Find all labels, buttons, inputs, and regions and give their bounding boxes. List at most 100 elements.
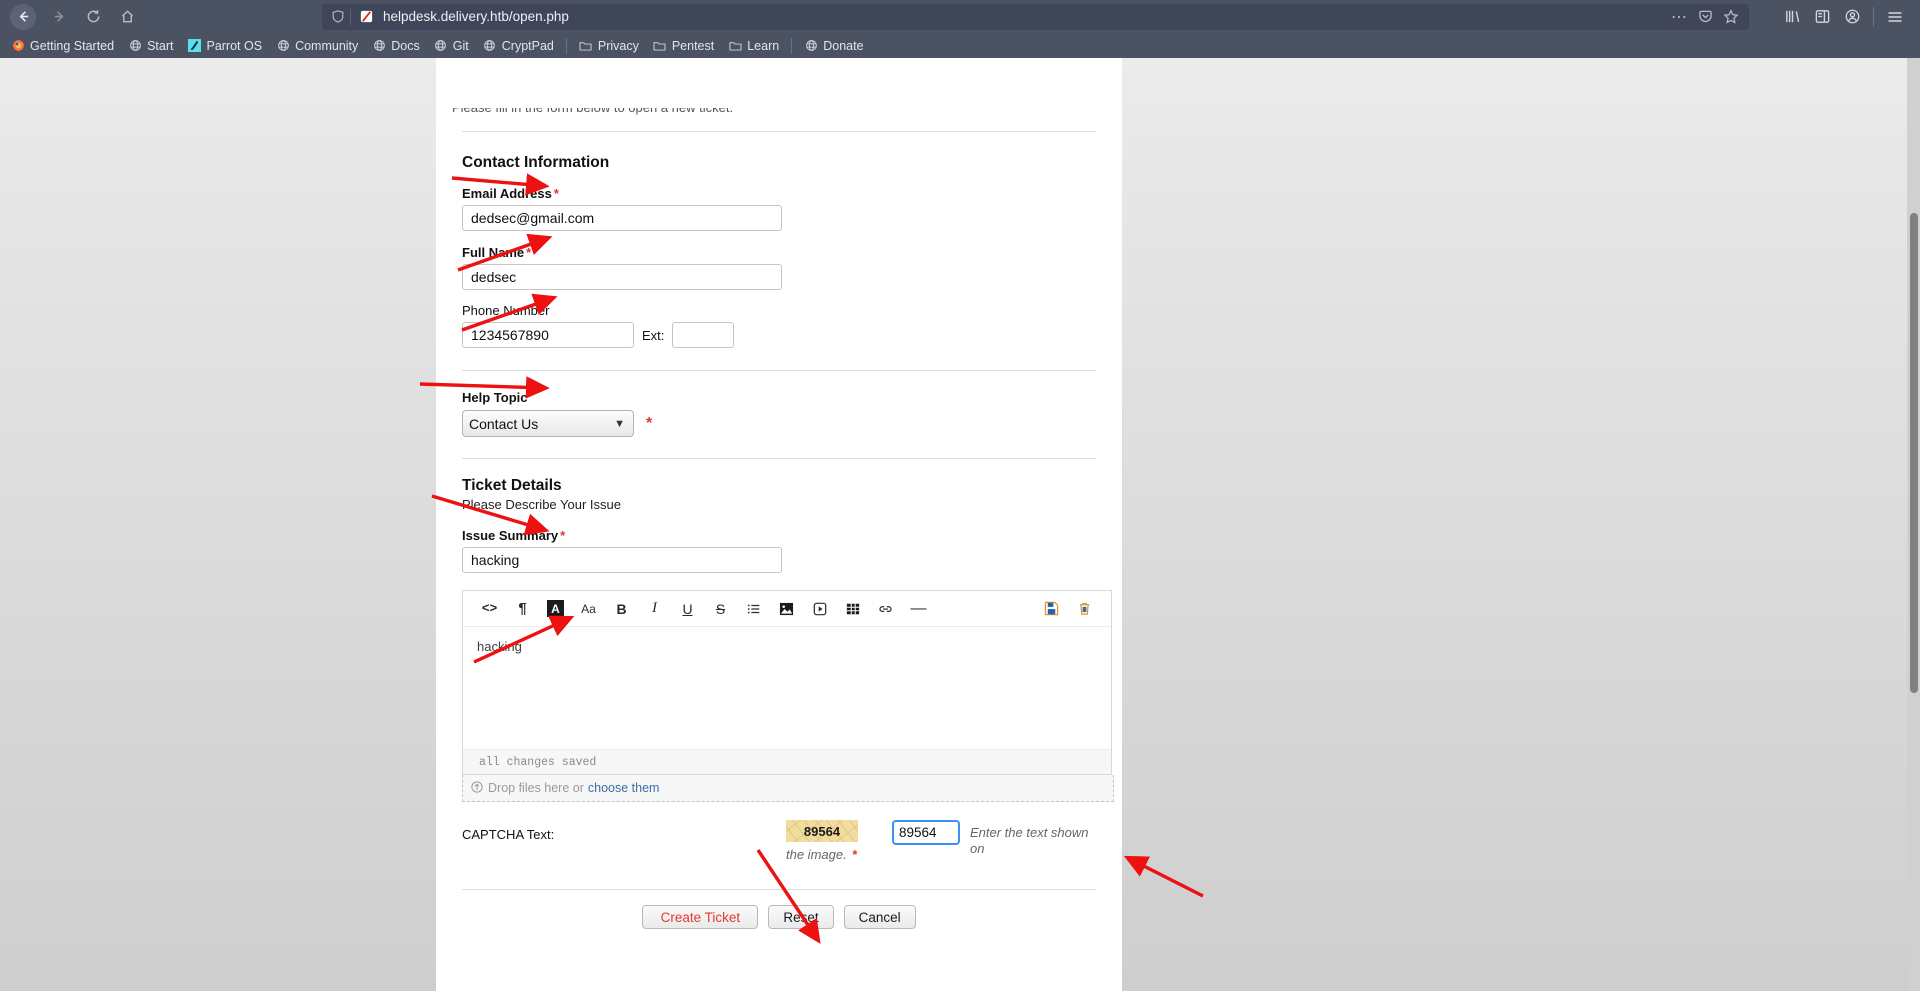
table-icon[interactable] [836, 595, 869, 623]
star-icon[interactable] [1719, 6, 1743, 28]
pocket-icon[interactable] [1693, 6, 1717, 28]
required-asterisk: * [526, 245, 532, 260]
back-icon[interactable] [10, 3, 36, 30]
bookmark-cryptpad[interactable]: CryptPad [476, 37, 561, 55]
ellipsis-icon[interactable]: ⋯ [1667, 6, 1691, 28]
required-asterisk: * [553, 186, 559, 201]
full-name-field[interactable] [462, 264, 782, 290]
phone-field[interactable] [462, 322, 634, 348]
page-scrollbar-thumb[interactable] [1910, 213, 1918, 693]
source-code-icon[interactable]: <> [473, 595, 506, 623]
link-icon[interactable] [869, 595, 902, 623]
account-icon[interactable] [1837, 3, 1867, 31]
choose-files-link[interactable]: choose them [588, 781, 660, 795]
bookmark-label: Community [295, 38, 359, 53]
editor-body[interactable]: hacking [463, 627, 1111, 749]
reload-icon[interactable] [78, 3, 108, 31]
forward-icon[interactable] [44, 3, 74, 31]
bookmark-donate[interactable]: Donate [797, 37, 870, 55]
globe-icon [483, 39, 497, 53]
page-scrollbar-track[interactable] [1907, 58, 1920, 991]
bookmark-folder-privacy[interactable]: Privacy [572, 37, 646, 55]
captcha-input[interactable] [892, 820, 960, 845]
italic-icon[interactable]: I [638, 595, 671, 623]
issue-summary-field-group: Issue Summary * [462, 528, 1096, 573]
upload-circle-icon [471, 780, 483, 796]
editor-toolbar: <> ¶ A Aa B I U S — [463, 591, 1111, 627]
help-topic-select-wrap: Contact Us ▼ [462, 410, 634, 437]
strikethrough-icon[interactable]: S [704, 595, 737, 623]
paragraph-icon[interactable]: ¶ [506, 595, 539, 623]
text-color-icon[interactable]: A [539, 595, 572, 623]
ext-field[interactable] [672, 322, 735, 348]
folder-icon [728, 39, 742, 53]
globe-icon [276, 39, 290, 53]
url-text[interactable]: helpdesk.delivery.htb/open.php [383, 9, 1667, 24]
ext-label: Ext: [642, 327, 665, 343]
cancel-button[interactable]: Cancel [843, 905, 916, 930]
email-field[interactable] [462, 205, 782, 231]
reset-button[interactable]: Reset [768, 905, 834, 930]
font-size-icon[interactable]: Aa [572, 595, 605, 623]
contact-information-section: Contact Information Email Address* Full … [462, 132, 1096, 348]
phone-field-group: Phone Number Ext: [462, 303, 1096, 348]
captcha-label: CAPTCHA Text: [462, 827, 555, 842]
rich-text-editor: <> ¶ A Aa B I U S — hacking all changes … [462, 590, 1112, 775]
image-icon[interactable] [770, 595, 803, 623]
bookmark-parrot-os[interactable]: Parrot OS [180, 37, 269, 55]
shield-icon[interactable] [328, 7, 348, 27]
parrot-icon [187, 39, 201, 53]
full-name-field-group: Full Name * [462, 245, 1096, 290]
dropzone-text: Drop files here or [488, 781, 584, 795]
globe-icon [804, 39, 818, 53]
browser-chrome: helpdesk.delivery.htb/open.php ⋯ Getting… [0, 0, 1920, 58]
required-asterisk: * [646, 414, 653, 432]
help-topic-section: Help Topic Contact Us ▼ * [462, 371, 1096, 437]
captcha-image-col: 89564 the image. * [786, 820, 858, 863]
bookmark-separator [791, 37, 793, 54]
delete-icon[interactable] [1068, 595, 1101, 623]
bookmark-getting-started[interactable]: Getting Started [4, 37, 121, 55]
library-icon[interactable] [1777, 3, 1807, 31]
help-topic-select[interactable]: Contact Us [462, 410, 634, 437]
folder-icon [653, 39, 667, 53]
bookmark-label: Start [147, 38, 174, 53]
form-actions: Create Ticket Reset Cancel [462, 890, 1096, 930]
captcha-image: 89564 [786, 820, 858, 842]
ticket-form-card: Please fill in the form below to open a … [436, 58, 1122, 991]
home-icon[interactable] [112, 3, 142, 31]
create-ticket-button[interactable]: Create Ticket [642, 905, 759, 930]
underline-icon[interactable]: U [671, 595, 704, 623]
chrome-divider [1873, 6, 1874, 27]
bullet-list-icon[interactable] [737, 595, 770, 623]
sidebar-icon[interactable] [1807, 3, 1837, 31]
bookmark-community[interactable]: Community [269, 37, 365, 55]
issue-summary-field[interactable] [462, 547, 782, 573]
horizontal-rule-icon[interactable]: — [902, 595, 935, 623]
globe-icon [372, 39, 386, 53]
url-bar[interactable]: helpdesk.delivery.htb/open.php ⋯ [322, 3, 1749, 30]
bookmark-label: Git [452, 38, 469, 53]
bold-icon[interactable]: B [605, 595, 638, 623]
save-icon[interactable] [1035, 595, 1068, 623]
bookmark-docs[interactable]: Docs [365, 37, 426, 55]
bookmark-git[interactable]: Git [427, 37, 476, 55]
video-icon[interactable] [803, 595, 836, 623]
browser-navigation-bar: helpdesk.delivery.htb/open.php ⋯ [0, 0, 1920, 33]
email-label: Email Address * [462, 186, 559, 201]
bookmark-folder-pentest[interactable]: Pentest [646, 37, 721, 55]
hamburger-menu-icon[interactable] [1880, 3, 1910, 31]
bookmark-label: CryptPad [501, 38, 554, 53]
intro-text-clipped: Please fill in the form below to open a … [452, 108, 1102, 118]
bookmark-label: Pentest [671, 38, 715, 53]
noscript-icon[interactable] [357, 8, 375, 26]
file-dropzone[interactable]: Drop files here or choose them [462, 775, 1114, 802]
bookmark-folder-learn[interactable]: Learn [721, 37, 786, 55]
globe-icon [128, 39, 142, 53]
ticket-details-subtitle: Please Describe Your Issue [462, 497, 621, 512]
bookmark-label: Donate [823, 38, 864, 53]
issue-summary-label: Issue Summary * [462, 528, 566, 543]
captcha-section: CAPTCHA Text: 89564 the image. * Enter t… [462, 802, 1096, 863]
bookmark-start[interactable]: Start [121, 37, 180, 55]
contact-information-title: Contact Information [462, 154, 610, 171]
